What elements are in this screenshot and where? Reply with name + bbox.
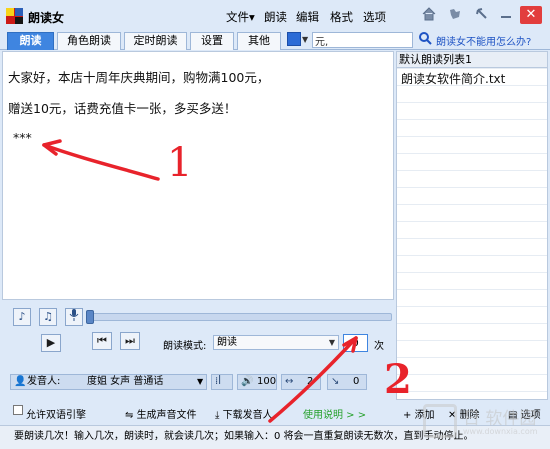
minimize-icon[interactable]	[498, 7, 514, 23]
voice-label: 发音人:	[27, 376, 61, 387]
speed-icon: ↔	[285, 376, 294, 387]
delete-label: 删除	[459, 410, 480, 421]
download-icon: ⤓	[215, 410, 223, 421]
speed-control[interactable]: ↔ 2	[281, 374, 321, 390]
options-label: 选项	[520, 410, 541, 421]
tab-other[interactable]: 其他	[237, 32, 281, 50]
note-icon[interactable]: ♪	[13, 308, 31, 326]
pitch-value: 0	[353, 376, 360, 387]
chevron-down-icon[interactable]: ▼	[302, 35, 308, 44]
generate-audio-icon: ⇋	[125, 410, 137, 421]
progress-handle[interactable]	[86, 310, 94, 324]
read-mode-label: 朗读模式:	[163, 341, 207, 352]
menu-file[interactable]: 文件▾	[226, 9, 255, 25]
voice-settings-button[interactable]: ⁞ꟾ	[211, 374, 233, 390]
volume-control[interactable]: 🔊 100	[237, 374, 277, 390]
tab-settings[interactable]: 设置	[190, 32, 234, 50]
annotation-label: 1	[167, 140, 193, 186]
volume-value: 100	[257, 376, 277, 387]
read-mode-value: 朗读	[217, 337, 237, 348]
editor-line: ***	[13, 130, 32, 145]
list-icon: ▤	[508, 410, 521, 421]
play-icon[interactable]: ▶	[41, 334, 61, 352]
tab-read[interactable]: 朗读	[7, 32, 54, 50]
repeat-unit-label: 次	[374, 341, 384, 352]
editor-line: 大家好，本店十周年庆典期间，购物满100元，	[8, 70, 270, 85]
options-button[interactable]: ▤ 选项	[508, 406, 541, 421]
search-icon[interactable]	[418, 31, 432, 47]
read-mode-select[interactable]: 朗读 ▼	[213, 335, 339, 350]
playlist-item[interactable]: 朗读女软件简介.txt	[401, 70, 505, 87]
plus-icon: +	[403, 410, 415, 421]
playlist-panel[interactable]: 默认朗读列表1 朗读女软件简介.txt	[396, 51, 548, 400]
action-bar: 允许双语引擎 ⇋ 生成声音文件 ⤓ 下载发音人 使用说明 > > + 添加 ✕ …	[0, 401, 550, 423]
download-voice-button[interactable]: ⤓ 下载发音人	[215, 406, 273, 421]
speed-value: 2	[307, 376, 314, 387]
generate-audio-button[interactable]: ⇋ 生成声音文件	[125, 406, 197, 421]
background-color-icon[interactable]	[287, 32, 301, 46]
menu-format[interactable]: 格式	[330, 9, 353, 25]
chevron-down-icon: ▼	[328, 338, 335, 347]
editor-line: 赠送10元，话费充值卡一张，多买多送！	[8, 101, 237, 116]
close-icon[interactable]: ✕	[520, 6, 542, 24]
search-input[interactable]	[312, 32, 413, 48]
menu-read[interactable]: 朗读	[264, 9, 287, 25]
home-icon[interactable]	[421, 7, 437, 23]
add-button[interactable]: + 添加	[403, 406, 435, 421]
delete-button[interactable]: ✕ 删除	[448, 406, 480, 421]
title-bar: 朗读女 文件▾ 朗读 编辑 格式 选项 ✕	[0, 0, 550, 30]
volume-icon: 🔊	[241, 376, 254, 387]
pitch-control[interactable]: ↘ 0	[327, 374, 367, 390]
voice-select[interactable]: 👤 发音人: 度姐 女声 普通话 ▼	[10, 374, 207, 390]
app-title: 朗读女	[28, 11, 65, 25]
app-window: 朗读女 文件▾ 朗读 编辑 格式 选项 ✕ 朗读 角色朗读 定时朗读 设置 其他…	[0, 0, 550, 449]
generate-audio-label: 生成声音文件	[136, 410, 197, 421]
menu-edit[interactable]: 编辑	[296, 9, 319, 25]
help-link[interactable]: 朗读女不能用怎么办?	[436, 33, 531, 48]
skin-icon[interactable]	[447, 7, 463, 23]
allow-bilingual-label[interactable]: 允许双语引擎	[26, 406, 86, 421]
usage-link[interactable]: 使用说明 > >	[303, 406, 366, 421]
download-voice-label: 下载发音人	[222, 410, 273, 421]
tab-role-read[interactable]: 角色朗读	[57, 32, 121, 50]
chevron-down-icon: ▼	[197, 377, 204, 386]
equalizer-icon: ⁞ꟾ	[215, 376, 222, 387]
pitch-icon: ↘	[331, 376, 340, 387]
text-editor[interactable]: 大家好，本店十周年庆典期间，购物满100元， 赠送10元，话费充值卡一张，多买多…	[2, 51, 394, 300]
status-bar: 要朗读几次！输入几次，朗读时，就会读几次；如果输入：0 将会一直重复朗读无数次，…	[0, 425, 550, 449]
voice-name: 度姐 女声 普通话	[87, 376, 164, 387]
repeat-count-input[interactable]	[343, 334, 368, 352]
person-icon: 👤	[14, 376, 27, 387]
progress-slider[interactable]	[92, 313, 392, 321]
delete-icon: ✕	[448, 410, 460, 421]
microphone-icon[interactable]	[65, 308, 83, 326]
app-logo-icon	[6, 8, 23, 24]
next-icon[interactable]: ⏭	[120, 332, 140, 350]
allow-bilingual-checkbox[interactable]	[13, 405, 23, 415]
annotation-label: 2	[384, 356, 412, 403]
tab-timed-read[interactable]: 定时朗读	[124, 32, 187, 50]
playlist-header[interactable]: 默认朗读列表1	[397, 52, 547, 68]
add-label: 添加	[414, 410, 435, 421]
menu-options[interactable]: 选项	[363, 9, 386, 25]
previous-icon[interactable]: ⏮	[92, 332, 112, 350]
music-icon[interactable]: ♫	[39, 308, 57, 326]
pin-icon[interactable]	[474, 7, 490, 23]
